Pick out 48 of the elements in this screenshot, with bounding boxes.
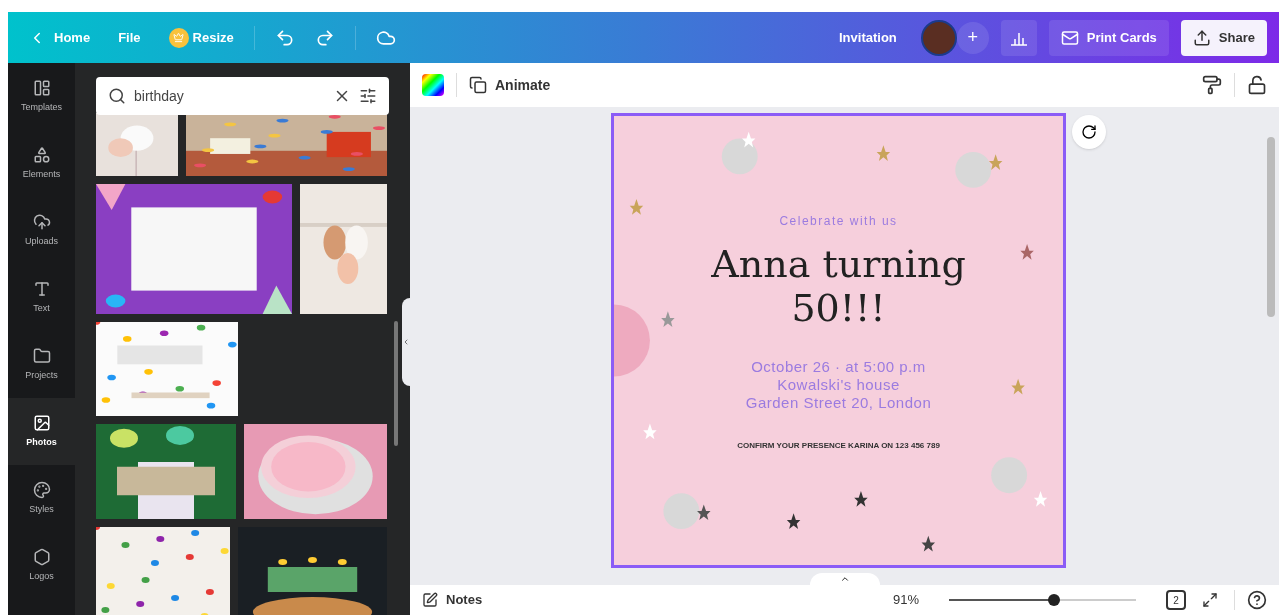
notes-icon [422,592,438,608]
rail-item[interactable]: Styles [8,465,75,532]
zoom-value[interactable]: 91% [892,590,919,610]
design-title[interactable]: Invitation [839,27,897,48]
page-count[interactable]: 2 [1166,590,1186,610]
search-field[interactable]: birthday [96,77,389,115]
rail-item[interactable]: Projects [8,331,75,398]
rail-item[interactable]: Uploads [8,197,75,264]
search-value: birthday [134,86,185,106]
notes-button[interactable]: Notes [422,590,483,610]
share-icon [1192,28,1211,47]
folder-icon [32,346,51,365]
card-note[interactable]: CONFIRM YOUR PRESENCE KARINA ON 123 456 789 [737,440,940,452]
shapes-icon [32,145,51,164]
help-icon[interactable] [1247,590,1267,610]
search-icon [108,87,126,105]
hexagon-icon [32,547,51,566]
fullscreen-icon[interactable] [1202,592,1218,608]
templates-icon [32,78,51,97]
rail-item[interactable]: Elements [8,130,75,197]
invitation-card[interactable]: Celebrate with us Anna turning 50!!! October 26 · at 5:00 p.m Kowalski's house Garden Street 20, London CONFIRM YOUR PRESENCE KARINA ON 123 456 789 [611,113,1066,568]
palette-icon [32,480,51,499]
print-cards-button[interactable]: Print Cards [1048,19,1169,56]
refresh-icon [1081,124,1097,140]
insights-button[interactable] [1000,19,1037,56]
mail-icon [1060,28,1079,47]
refresh-button[interactable] [1072,115,1106,149]
collapse-icon [402,337,410,347]
animate-icon [469,76,487,94]
share-button[interactable]: Share [1180,19,1267,56]
undo-icon[interactable] [274,27,295,48]
paint-roller-icon[interactable] [1202,75,1222,95]
text-icon [32,279,51,298]
lock-icon[interactable] [1247,75,1267,95]
rail-item[interactable]: Templates [8,63,75,130]
card-title[interactable]: Anna turning 50!!! [708,242,969,330]
color-swatch[interactable] [422,74,444,96]
cloud-upload-icon [32,212,51,231]
rail-item[interactable]: Logos [8,532,75,599]
crown-icon [168,27,189,48]
add-button[interactable]: + [956,21,989,54]
filter-icon[interactable] [359,87,377,105]
animate-button[interactable]: Animate [469,74,551,96]
collapse-tab[interactable] [402,298,410,386]
chevron-up-icon [840,574,850,584]
image-icon [32,413,51,432]
rail-item[interactable]: Text [8,264,75,331]
rail-item[interactable]: Photos [8,398,75,465]
